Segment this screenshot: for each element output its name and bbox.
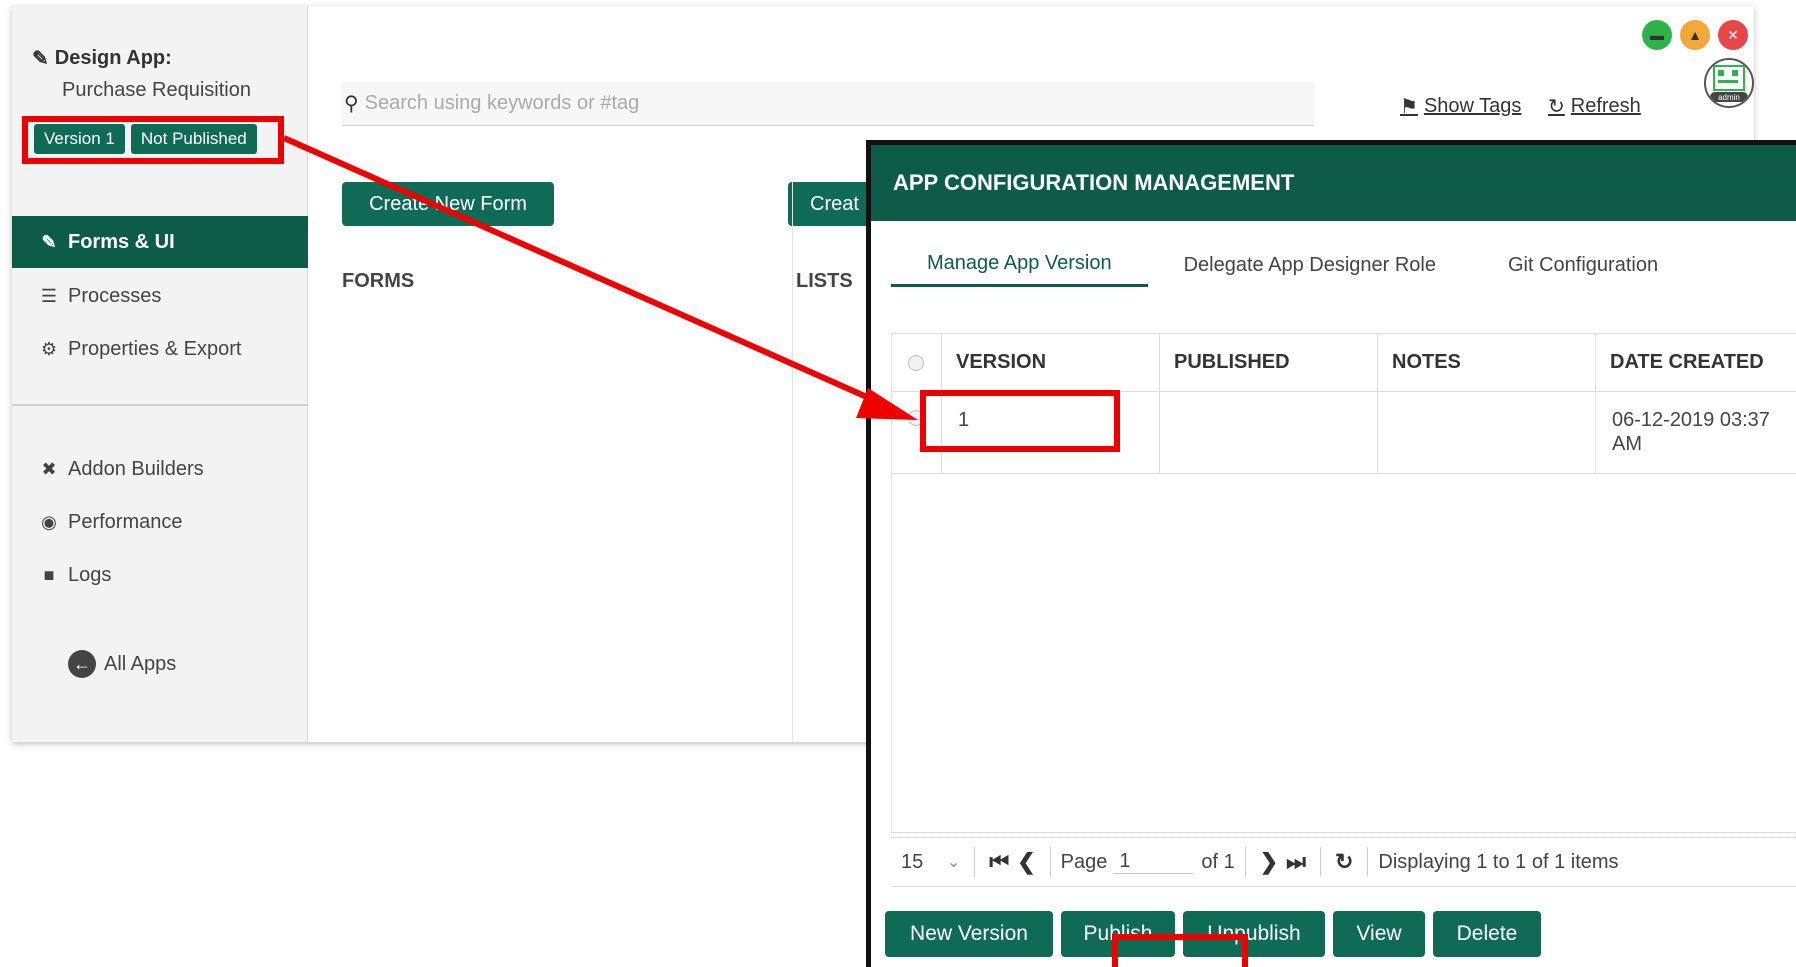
annotation-arrow — [282, 135, 918, 420]
screenshot-stage: ✎ Design App: Purchase Requisition Versi… — [0, 0, 1796, 967]
